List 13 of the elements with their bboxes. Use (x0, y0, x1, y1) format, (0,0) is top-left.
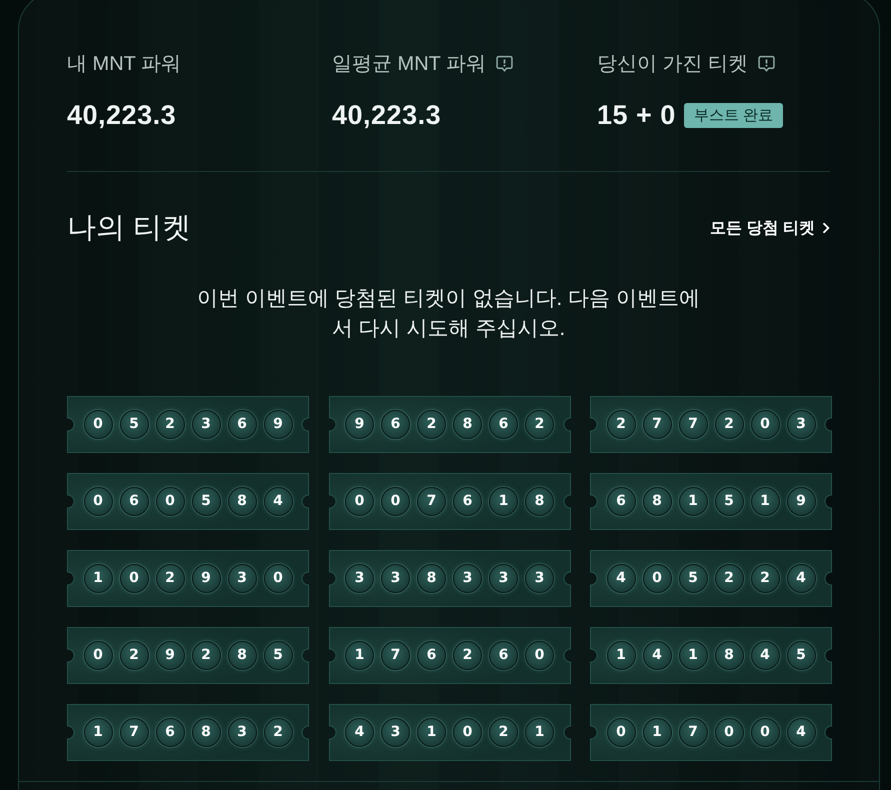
info-icon[interactable] (496, 54, 514, 72)
chevron-right-icon (822, 222, 830, 234)
empty-message: 이번 이벤트에 당첨된 티켓이 없습니다. 다음 이벤트에서 다시 시도해 주십시오. (196, 286, 701, 342)
all-winning-tickets-link[interactable]: 모든 당첨 티켓 (710, 218, 830, 238)
stat-label: 내 MNT 파워 (67, 52, 182, 76)
stat-label: 일평균 MNT 파워 (332, 52, 486, 76)
status-badge: 부스트 완료 (684, 102, 783, 128)
stat-value: 40,223.3 (67, 100, 176, 130)
section-title: 나의 티켓 (67, 211, 192, 246)
stat-value: 40,223.3 (332, 100, 442, 130)
stat-value: 15 + 0 (597, 100, 676, 130)
info-icon[interactable] (758, 54, 776, 72)
stat-label: 당신이 가진 티켓 (597, 52, 748, 76)
